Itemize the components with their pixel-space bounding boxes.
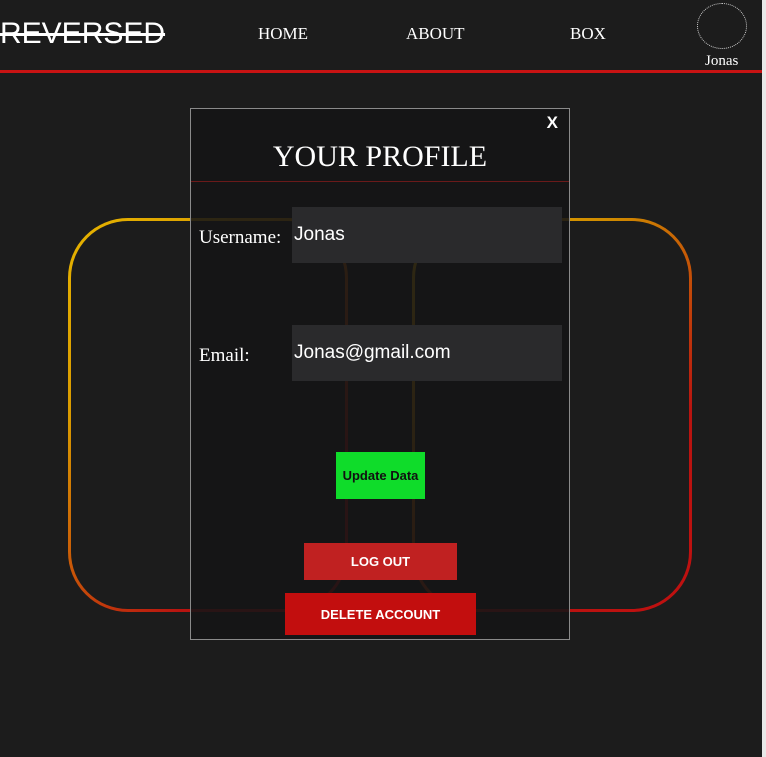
user-avatar[interactable] <box>697 3 747 49</box>
nav-box[interactable]: BOX <box>570 24 606 44</box>
top-navbar: REVERSED HOME ABOUT BOX Jonas <box>0 0 762 70</box>
username-label: Username: <box>199 227 282 248</box>
username-input[interactable]: Jonas <box>292 207 562 263</box>
modal-divider <box>191 181 569 182</box>
header-divider <box>0 70 762 73</box>
delete-account-button[interactable]: DELETE ACCOUNT <box>285 593 476 635</box>
modal-title: YOUR PROFILE <box>272 140 488 173</box>
close-button[interactable]: X <box>547 113 558 133</box>
logout-button[interactable]: LOG OUT <box>304 543 457 580</box>
nav-home[interactable]: HOME <box>258 24 308 44</box>
email-input[interactable]: Jonas@gmail.com <box>292 325 562 381</box>
site-logo[interactable]: REVERSED <box>0 16 165 52</box>
nav-about[interactable]: ABOUT <box>406 24 465 44</box>
user-name[interactable]: Jonas <box>705 52 738 70</box>
update-data-button[interactable]: Update Data <box>336 452 425 499</box>
email-label: Email: <box>199 345 250 366</box>
profile-modal: X YOUR PROFILE Username: Jonas Email: Jo… <box>190 108 570 640</box>
page-scrollbar[interactable] <box>762 0 766 757</box>
